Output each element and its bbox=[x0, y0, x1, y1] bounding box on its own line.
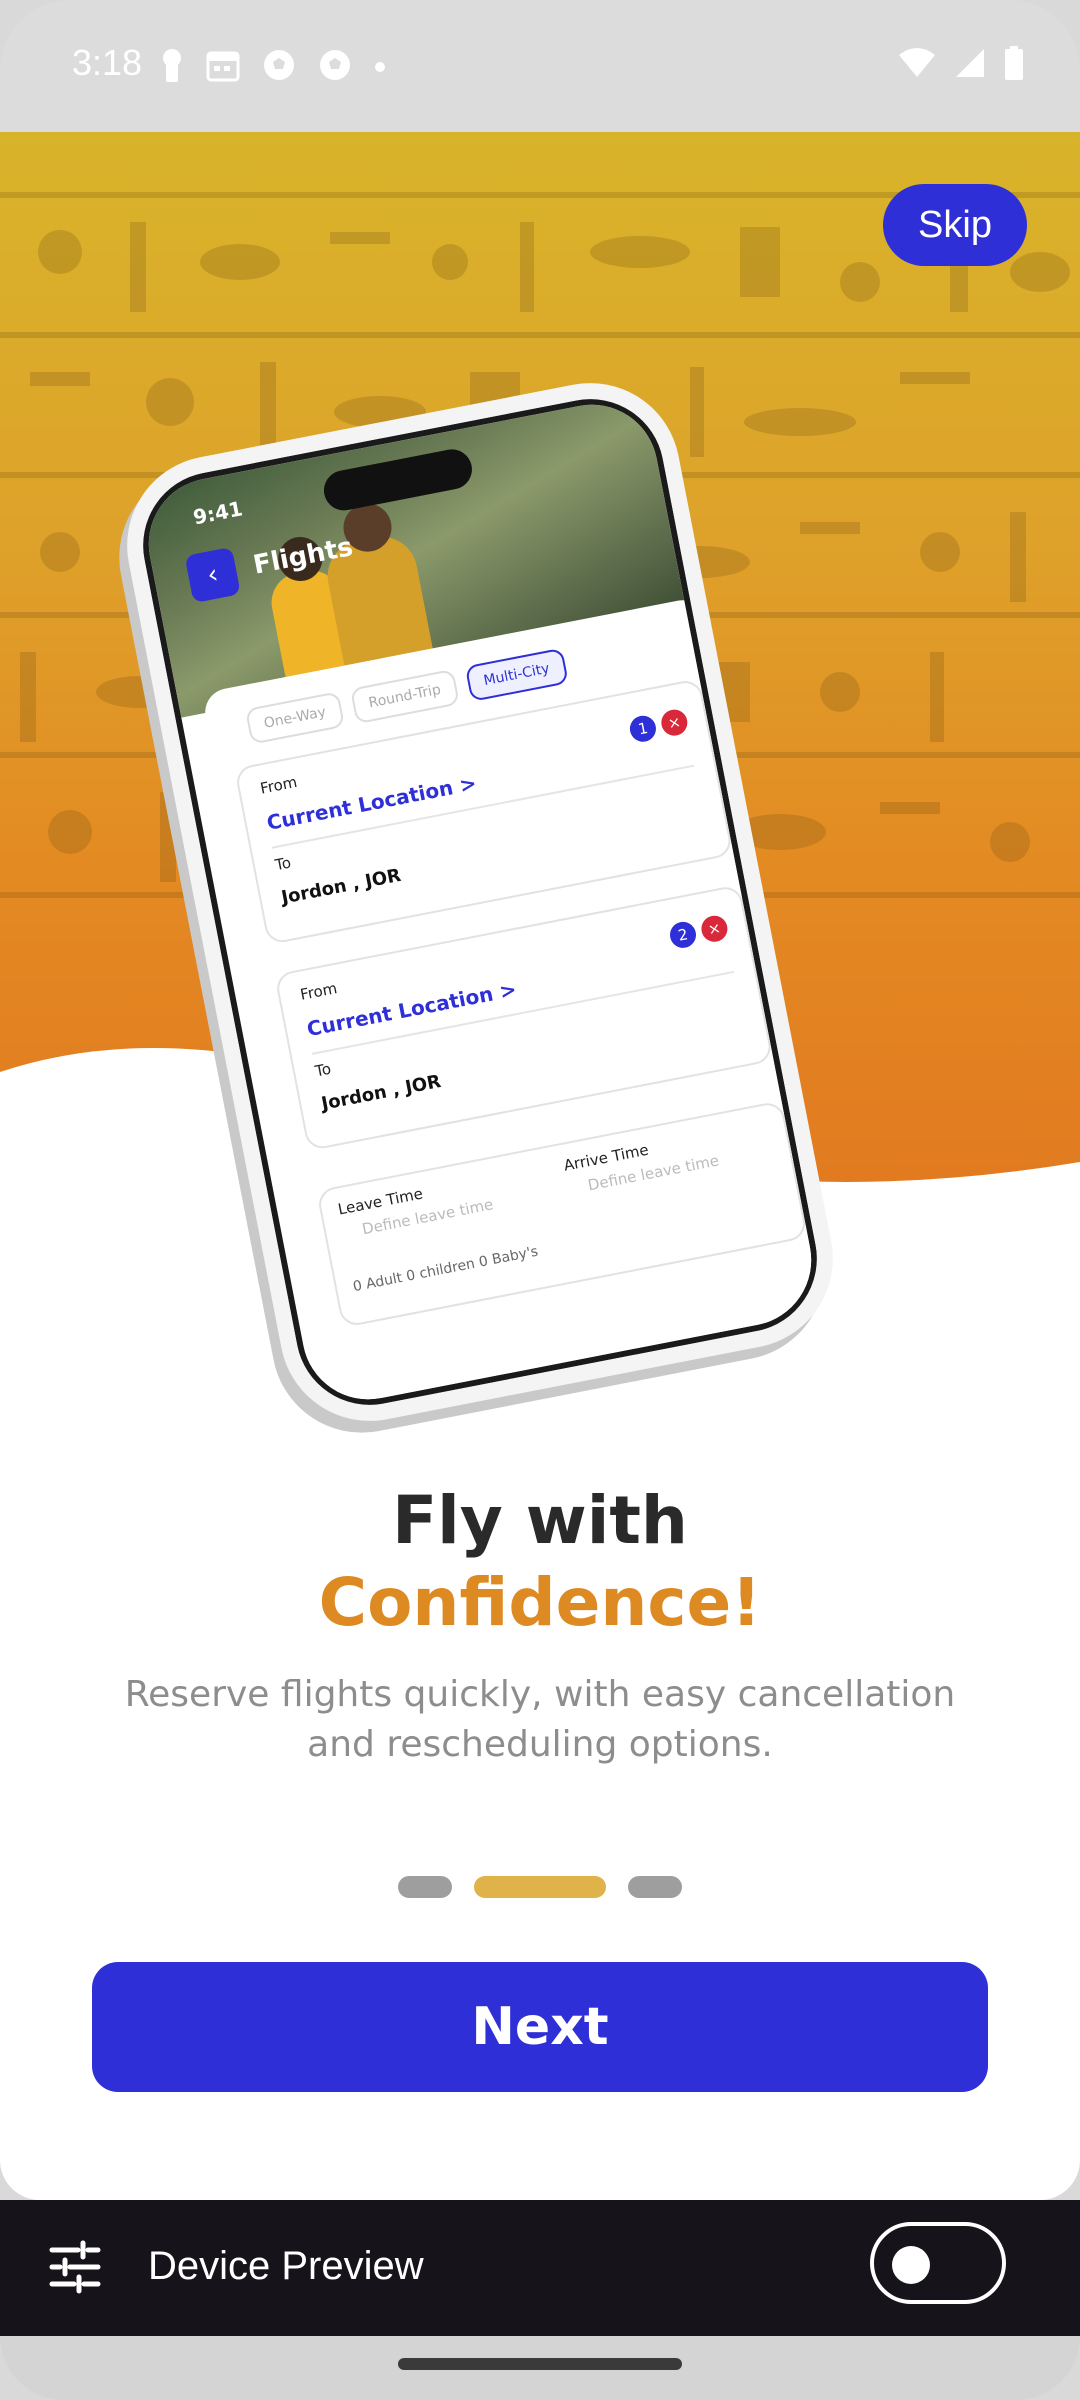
device-preview-toggle[interactable] bbox=[870, 2222, 1006, 2304]
headline-line-2: Confidence! bbox=[318, 1564, 762, 1641]
device-preview-bar: Device Preview bbox=[0, 2200, 1080, 2336]
sliders-icon[interactable] bbox=[48, 2240, 102, 2294]
to-label: To bbox=[313, 1059, 333, 1081]
status-notification-icons bbox=[160, 48, 386, 86]
trip-tab-one-way: One-Way bbox=[244, 691, 345, 745]
soccer-ball-icon bbox=[262, 48, 296, 86]
remove-leg-icon: × bbox=[699, 913, 730, 945]
status-bar: 3:18 bbox=[0, 0, 1080, 132]
toggle-knob bbox=[892, 2246, 930, 2284]
remove-leg-icon: × bbox=[659, 707, 690, 738]
leg-number-badge: 2 bbox=[667, 919, 699, 951]
dot-icon bbox=[374, 58, 386, 77]
from-label: From bbox=[298, 979, 339, 1004]
leg-number-badge: 1 bbox=[627, 713, 659, 744]
page-dot-1 bbox=[398, 1876, 452, 1898]
headline-line-1: Fly with bbox=[392, 1482, 688, 1559]
page-indicator bbox=[0, 1876, 1080, 1898]
trip-tab-round-trip: Round-Trip bbox=[349, 668, 460, 725]
arrive-time-field: Arrive Time Define leave time bbox=[562, 1115, 786, 1198]
next-button[interactable]: Next bbox=[92, 1962, 988, 2092]
skip-button[interactable]: Skip bbox=[883, 184, 1027, 266]
phone-frame: 9:41 ‹ Flights One-Way Round-Trip Multi-… bbox=[111, 367, 849, 1437]
status-system-icons bbox=[898, 46, 1024, 84]
phone-mockup-illustration: 9:41 ‹ Flights One-Way Round-Trip Multi-… bbox=[111, 367, 850, 1437]
from-location: Current Location > bbox=[264, 770, 479, 835]
trip-tab-multi-city: Multi-City bbox=[464, 647, 569, 702]
onboarding-subtitle: Reserve flights quickly, with easy cance… bbox=[124, 1674, 956, 1765]
wifi-icon bbox=[898, 47, 936, 83]
back-arrow-icon: ‹ bbox=[184, 546, 241, 604]
leave-time-field: Leave Time Define leave time bbox=[336, 1159, 560, 1242]
phone-screen: 9:41 ‹ Flights One-Way Round-Trip Multi-… bbox=[130, 386, 830, 1418]
calendar-icon bbox=[206, 48, 240, 86]
soccer-ball-icon bbox=[318, 48, 352, 86]
battery-icon bbox=[1004, 46, 1024, 84]
flight-search-card: One-Way Round-Trip Multi-City From 1 × C… bbox=[201, 596, 830, 1418]
to-label: To bbox=[273, 853, 293, 875]
to-location: Jordon , JOR bbox=[279, 864, 403, 909]
gesture-nav-area bbox=[0, 2336, 1080, 2400]
from-label: From bbox=[258, 772, 299, 798]
device-preview-label: Device Preview bbox=[148, 2244, 424, 2288]
status-time: 3:18 bbox=[72, 42, 143, 83]
to-location: Jordon , JOR bbox=[319, 1070, 443, 1115]
page-dot-2-active bbox=[474, 1876, 606, 1898]
onboarding-screen: Skip 9:41 ‹ Flights One-Way Round-Trip M… bbox=[0, 132, 1080, 2200]
home-indicator[interactable] bbox=[398, 2358, 682, 2370]
keyhole-icon bbox=[160, 48, 184, 86]
signal-icon bbox=[954, 47, 986, 83]
passengers-summary: 0 Adult 0 children 0 Baby's bbox=[351, 1243, 540, 1296]
page-dot-3 bbox=[628, 1876, 682, 1898]
